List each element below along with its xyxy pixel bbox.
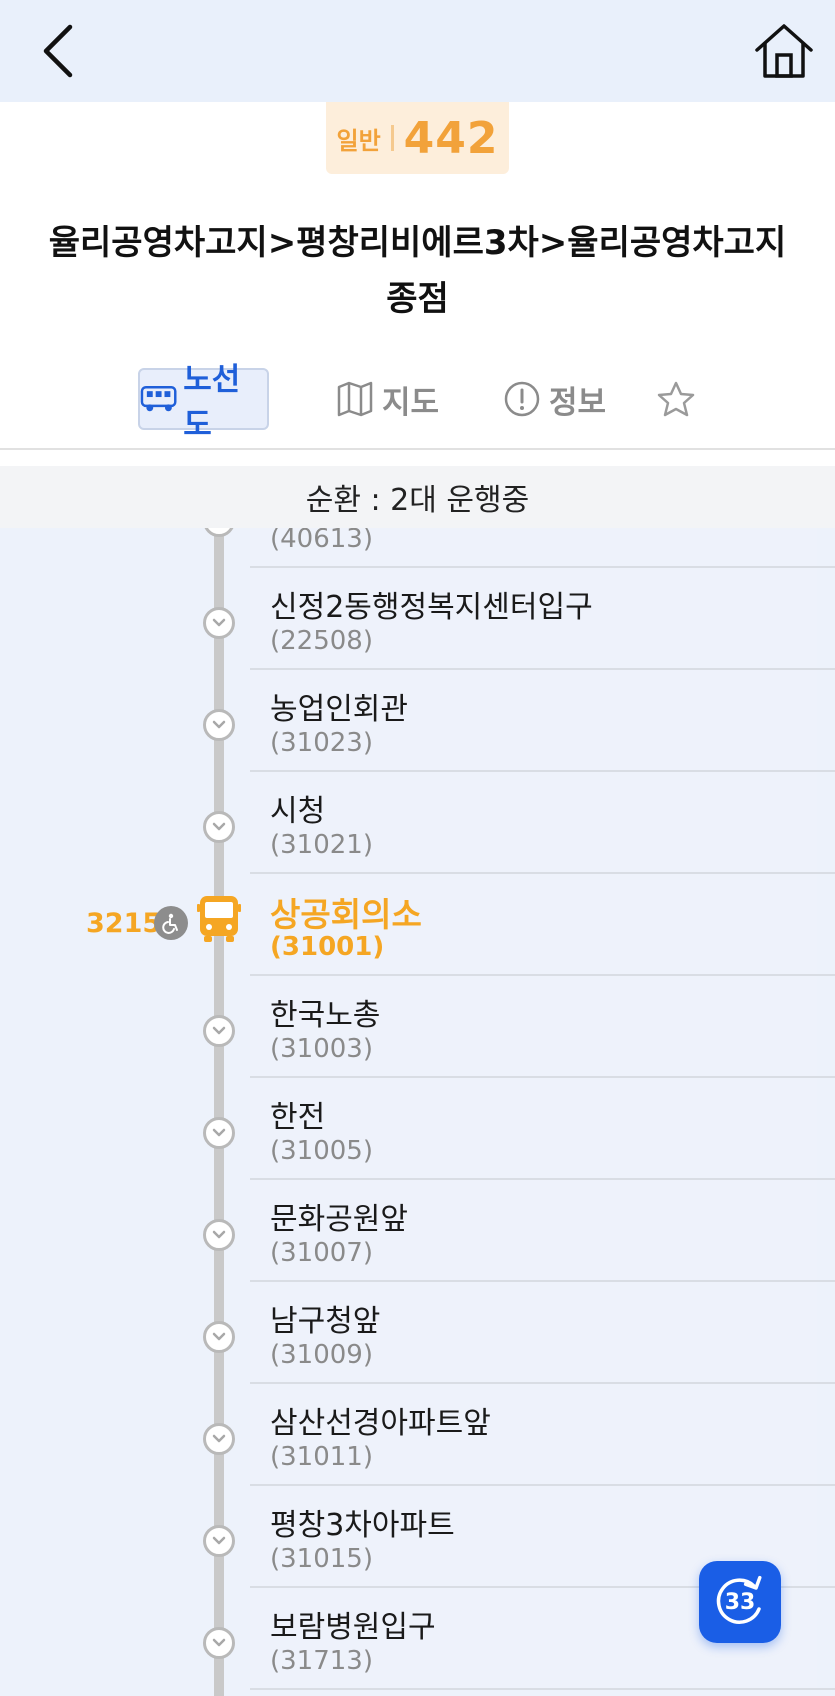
back-button[interactable] <box>28 18 88 84</box>
stop-id: (31007) <box>270 1238 373 1268</box>
stop-node-icon <box>203 1219 235 1251</box>
stop-row[interactable]: 문화공원앞 (31007) <box>0 1180 835 1282</box>
stop-id: (31015) <box>270 1544 373 1574</box>
route-type: 일반 <box>336 126 381 155</box>
stop-node-icon <box>203 528 235 537</box>
route-badge: 일반 442 <box>326 102 509 174</box>
stop-name: 한전 <box>270 1100 326 1135</box>
stop-node-icon <box>203 607 235 639</box>
stop-name: 한국노총 <box>270 998 381 1033</box>
stop-list[interactable]: (40613) 신정2동행정복지센터입구 (22508) 농업인회관 (31023) 시청… <box>0 528 835 1696</box>
tab-bar: 노선도 지도 정보 <box>0 362 835 443</box>
stop-id: (31713) <box>270 1646 373 1676</box>
stop-node-icon <box>203 1321 235 1353</box>
tab-info-label: 정보 <box>549 384 607 421</box>
route-title: 율리공영차고지>평창리비에르3차>율리공영차고지 종점 <box>30 215 805 327</box>
stop-node-icon <box>203 1015 235 1047</box>
stop-id: (31009) <box>270 1340 373 1370</box>
stop-row[interactable]: 신정2동행정복지센터입구 (22508) <box>0 568 835 670</box>
stop-name: 문화공원앞 <box>270 1202 408 1237</box>
stop-name: 신정2동행정복지센터입구 <box>270 590 593 625</box>
favorite-button[interactable] <box>656 368 696 430</box>
stop-id: (31021) <box>270 830 373 860</box>
stop-row[interactable]: 삼산선경아파트앞 (31011) <box>0 1384 835 1486</box>
stop-id: (31005) <box>270 1136 373 1166</box>
stop-node-icon <box>203 1423 235 1455</box>
stop-row[interactable]: 한전 (31005) <box>0 1078 835 1180</box>
route-title-line1: 율리공영차고지>평창리비에르3차>율리공영차고지 <box>48 223 787 263</box>
tabs-divider <box>0 448 835 450</box>
tab-route-map[interactable]: 노선도 <box>138 362 269 443</box>
bus-vehicle-number: 3215 <box>86 908 162 939</box>
tab-info[interactable]: 정보 <box>503 368 606 430</box>
star-icon <box>657 381 695 417</box>
wheelchair-icon <box>154 906 188 940</box>
tab-map[interactable]: 지도 <box>336 368 439 430</box>
stop-name: 보람병원입구 <box>270 1610 436 1645</box>
top-bar <box>0 0 835 102</box>
stop-name: 삼산선경아파트앞 <box>270 1406 491 1441</box>
stop-id: (22508) <box>270 626 373 656</box>
bus-location-icon[interactable] <box>196 894 242 944</box>
route-number: 442 <box>403 112 499 164</box>
stop-id: (31001) <box>270 932 385 962</box>
stop-name: 남구청앞 <box>270 1304 381 1339</box>
stop-row[interactable]: 한국노총 (31003) <box>0 976 835 1078</box>
stop-name: 시청 <box>270 794 326 829</box>
badge-divider <box>390 125 394 151</box>
stop-row[interactable]: (40613) <box>0 528 835 568</box>
stop-row[interactable]: 남구청앞 (31009) <box>0 1282 835 1384</box>
operation-status: 순환 : 2대 운행중 <box>0 466 835 528</box>
map-icon <box>337 381 373 417</box>
stop-node-icon <box>203 1627 235 1659</box>
refresh-button[interactable]: 33 <box>699 1561 781 1643</box>
stop-name: 평창3차아파트 <box>270 1508 455 1543</box>
info-icon <box>504 381 540 417</box>
chevron-left-icon <box>43 24 73 78</box>
refresh-countdown: 33 <box>724 1589 756 1615</box>
route-title-line2: 종점 <box>386 279 449 319</box>
stop-node-icon <box>203 1525 235 1557</box>
stop-id: (31003) <box>270 1034 373 1064</box>
stop-node-icon <box>203 709 235 741</box>
home-button[interactable] <box>749 16 819 86</box>
stop-node-icon <box>203 1117 235 1149</box>
stop-node-icon <box>203 811 235 843</box>
stop-id: (40613) <box>270 528 373 554</box>
stop-row[interactable]: 농업인회관 (31023) <box>0 670 835 772</box>
stop-row[interactable]: 시청 (31021) <box>0 772 835 874</box>
tab-route-map-label: 노선도 <box>183 362 241 443</box>
stop-id: (31023) <box>270 728 373 758</box>
stop-row[interactable]: 3215 상공회의소 (31001) <box>0 874 835 976</box>
home-icon <box>755 24 813 78</box>
stop-name: 상공회의소 <box>270 895 422 934</box>
stop-name: 농업인회관 <box>270 692 408 727</box>
tab-map-label: 지도 <box>382 384 440 421</box>
bus-icon <box>140 386 177 412</box>
stop-row-divider <box>250 1688 835 1690</box>
stop-id: (31011) <box>270 1442 373 1472</box>
